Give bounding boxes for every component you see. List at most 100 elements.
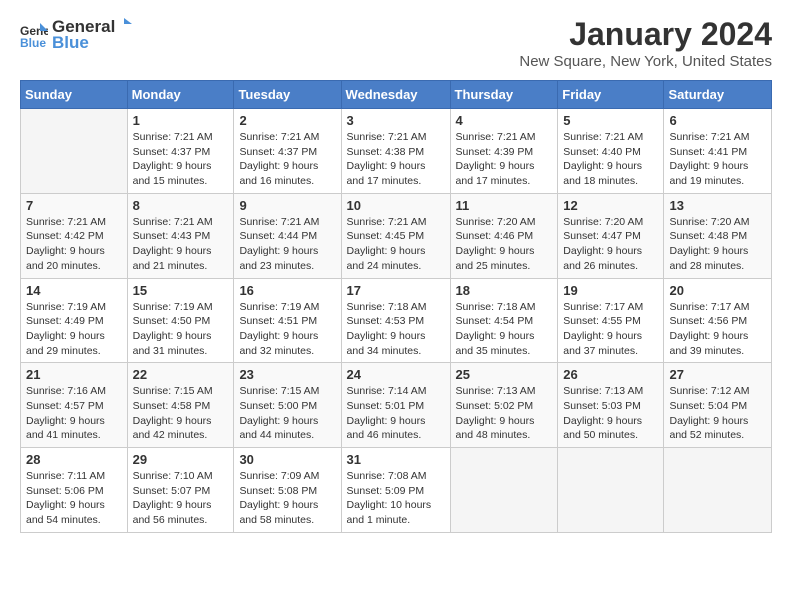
day-info: Sunrise: 7:09 AM Sunset: 5:08 PM Dayligh… (239, 469, 335, 528)
calendar-cell: 10Sunrise: 7:21 AM Sunset: 4:45 PM Dayli… (341, 193, 450, 278)
weekday-header-sunday: Sunday (21, 81, 128, 109)
day-info: Sunrise: 7:21 AM Sunset: 4:43 PM Dayligh… (133, 215, 229, 274)
weekday-header-wednesday: Wednesday (341, 81, 450, 109)
calendar-cell: 13Sunrise: 7:20 AM Sunset: 4:48 PM Dayli… (664, 193, 772, 278)
calendar-cell: 9 Sunrise: 7:21 AM Sunset: 4:44 PM Daylig… (234, 193, 341, 278)
day-number: 2 (239, 113, 335, 128)
day-info: Sunrise: 7:21 AM Sunset: 4:40 PM Dayligh… (563, 130, 658, 189)
calendar-week-row: 7Sunrise: 7:21 AM Sunset: 4:42 PM Daylig… (21, 193, 772, 278)
calendar-cell: 24 Sunrise: 7:14 AM Sunset: 5:01 PM Dayli… (341, 363, 450, 448)
day-info: Sunrise: 7:18 AM Sunset: 4:53 PM Dayligh… (347, 300, 445, 359)
weekday-header-tuesday: Tuesday (234, 81, 341, 109)
day-info: Sunrise: 7:19 AM Sunset: 4:50 PM Dayligh… (133, 300, 229, 359)
calendar-cell: 8 Sunrise: 7:21 AM Sunset: 4:43 PM Daylig… (127, 193, 234, 278)
calendar-title: January 2024 (519, 16, 772, 53)
day-info: Sunrise: 7:13 AM Sunset: 5:03 PM Dayligh… (563, 384, 658, 443)
calendar-cell: 2 Sunrise: 7:21 AM Sunset: 4:37 PM Daylig… (234, 109, 341, 194)
weekday-header-saturday: Saturday (664, 81, 772, 109)
calendar-cell: 1 Sunrise: 7:21 AM Sunset: 4:37 PM Daylig… (127, 109, 234, 194)
day-info: Sunrise: 7:18 AM Sunset: 4:54 PM Dayligh… (456, 300, 553, 359)
calendar-cell: 5 Sunrise: 7:21 AM Sunset: 4:40 PM Daylig… (558, 109, 664, 194)
day-number: 10 (347, 198, 445, 213)
day-info: Sunrise: 7:08 AM Sunset: 5:09 PM Dayligh… (347, 469, 445, 528)
day-info: Sunrise: 7:17 AM Sunset: 4:56 PM Dayligh… (669, 300, 766, 359)
day-number: 28 (26, 452, 122, 467)
calendar-cell: 29 Sunrise: 7:10 AM Sunset: 5:07 PM Dayli… (127, 448, 234, 533)
day-info: Sunrise: 7:12 AM Sunset: 5:04 PM Dayligh… (669, 384, 766, 443)
calendar-cell: 20 Sunrise: 7:17 AM Sunset: 4:56 PM Dayli… (664, 278, 772, 363)
calendar-week-row: 28 Sunrise: 7:11 AM Sunset: 5:06 PM Dayli… (21, 448, 772, 533)
day-number: 5 (563, 113, 658, 128)
calendar-cell (450, 448, 558, 533)
day-number: 19 (563, 283, 658, 298)
day-info: Sunrise: 7:21 AM Sunset: 4:37 PM Dayligh… (133, 130, 229, 189)
day-number: 22 (133, 367, 229, 382)
calendar-cell: 19Sunrise: 7:17 AM Sunset: 4:55 PM Dayli… (558, 278, 664, 363)
day-info: Sunrise: 7:16 AM Sunset: 4:57 PM Dayligh… (26, 384, 122, 443)
day-info: Sunrise: 7:19 AM Sunset: 4:51 PM Dayligh… (239, 300, 335, 359)
day-number: 8 (133, 198, 229, 213)
day-number: 17 (347, 283, 445, 298)
weekday-header-monday: Monday (127, 81, 234, 109)
day-info: Sunrise: 7:21 AM Sunset: 4:41 PM Dayligh… (669, 130, 766, 189)
day-number: 14 (26, 283, 122, 298)
day-number: 21 (26, 367, 122, 382)
day-number: 16 (239, 283, 335, 298)
day-number: 3 (347, 113, 445, 128)
calendar-cell (21, 109, 128, 194)
day-number: 27 (669, 367, 766, 382)
day-number: 6 (669, 113, 766, 128)
calendar-cell: 30Sunrise: 7:09 AM Sunset: 5:08 PM Dayli… (234, 448, 341, 533)
day-info: Sunrise: 7:20 AM Sunset: 4:48 PM Dayligh… (669, 215, 766, 274)
day-number: 23 (239, 367, 335, 382)
calendar-cell: 4Sunrise: 7:21 AM Sunset: 4:39 PM Daylig… (450, 109, 558, 194)
day-number: 12 (563, 198, 658, 213)
day-info: Sunrise: 7:21 AM Sunset: 4:44 PM Dayligh… (239, 215, 335, 274)
calendar-cell: 31 Sunrise: 7:08 AM Sunset: 5:09 PM Dayli… (341, 448, 450, 533)
day-number: 26 (563, 367, 658, 382)
day-number: 18 (456, 283, 553, 298)
calendar-cell: 21 Sunrise: 7:16 AM Sunset: 4:57 PM Dayli… (21, 363, 128, 448)
day-info: Sunrise: 7:14 AM Sunset: 5:01 PM Dayligh… (347, 384, 445, 443)
day-number: 20 (669, 283, 766, 298)
calendar-cell (558, 448, 664, 533)
logo: General Blue General Blue (20, 16, 133, 53)
calendar-cell: 18 Sunrise: 7:18 AM Sunset: 4:54 PM Dayli… (450, 278, 558, 363)
day-number: 9 (239, 198, 335, 213)
calendar-cell: 11Sunrise: 7:20 AM Sunset: 4:46 PM Dayli… (450, 193, 558, 278)
calendar-cell: 7Sunrise: 7:21 AM Sunset: 4:42 PM Daylig… (21, 193, 128, 278)
calendar-cell: 26 Sunrise: 7:13 AM Sunset: 5:03 PM Dayli… (558, 363, 664, 448)
day-info: Sunrise: 7:21 AM Sunset: 4:38 PM Dayligh… (347, 130, 445, 189)
day-number: 15 (133, 283, 229, 298)
calendar-cell: 23 Sunrise: 7:15 AM Sunset: 5:00 PM Dayli… (234, 363, 341, 448)
day-number: 4 (456, 113, 553, 128)
day-info: Sunrise: 7:21 AM Sunset: 4:37 PM Dayligh… (239, 130, 335, 189)
calendar-cell: 17 Sunrise: 7:18 AM Sunset: 4:53 PM Dayli… (341, 278, 450, 363)
calendar-cell: 12Sunrise: 7:20 AM Sunset: 4:47 PM Dayli… (558, 193, 664, 278)
day-number: 24 (347, 367, 445, 382)
calendar-table: SundayMondayTuesdayWednesdayThursdayFrid… (20, 80, 772, 533)
day-info: Sunrise: 7:15 AM Sunset: 4:58 PM Dayligh… (133, 384, 229, 443)
svg-text:Blue: Blue (20, 36, 46, 49)
day-number: 29 (133, 452, 229, 467)
calendar-week-row: 1 Sunrise: 7:21 AM Sunset: 4:37 PM Daylig… (21, 109, 772, 194)
day-number: 11 (456, 198, 553, 213)
calendar-cell: 25Sunrise: 7:13 AM Sunset: 5:02 PM Dayli… (450, 363, 558, 448)
day-number: 7 (26, 198, 122, 213)
calendar-cell: 27 Sunrise: 7:12 AM Sunset: 5:04 PM Dayli… (664, 363, 772, 448)
weekday-header-friday: Friday (558, 81, 664, 109)
logo-bird-icon (116, 16, 132, 32)
day-info: Sunrise: 7:11 AM Sunset: 5:06 PM Dayligh… (26, 469, 122, 528)
day-info: Sunrise: 7:10 AM Sunset: 5:07 PM Dayligh… (133, 469, 229, 528)
calendar-cell (664, 448, 772, 533)
day-number: 1 (133, 113, 229, 128)
logo-icon: General Blue (20, 21, 48, 49)
calendar-cell: 28 Sunrise: 7:11 AM Sunset: 5:06 PM Dayli… (21, 448, 128, 533)
day-info: Sunrise: 7:19 AM Sunset: 4:49 PM Dayligh… (26, 300, 122, 359)
day-number: 31 (347, 452, 445, 467)
calendar-week-row: 21 Sunrise: 7:16 AM Sunset: 4:57 PM Dayli… (21, 363, 772, 448)
calendar-cell: 14 Sunrise: 7:19 AM Sunset: 4:49 PM Dayli… (21, 278, 128, 363)
calendar-cell: 15 Sunrise: 7:19 AM Sunset: 4:50 PM Dayli… (127, 278, 234, 363)
day-info: Sunrise: 7:15 AM Sunset: 5:00 PM Dayligh… (239, 384, 335, 443)
calendar-week-row: 14 Sunrise: 7:19 AM Sunset: 4:49 PM Dayli… (21, 278, 772, 363)
